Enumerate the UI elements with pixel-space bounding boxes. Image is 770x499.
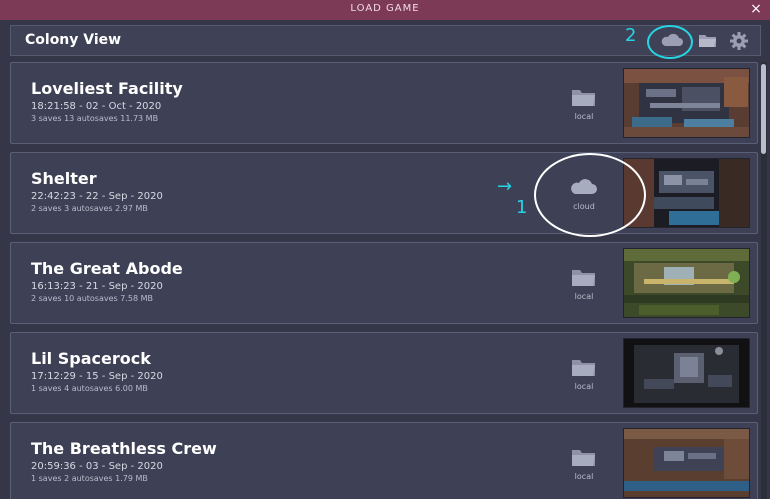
location-label: local bbox=[574, 382, 594, 391]
folder-icon bbox=[699, 35, 716, 47]
annotation-number-1: 1 bbox=[516, 197, 528, 218]
annotation-circle-cloud-location bbox=[534, 153, 646, 237]
colony-name: Shelter bbox=[31, 169, 97, 188]
colony-summary: 2 saves 10 autosaves 7.58 MB bbox=[31, 294, 153, 303]
colony-datetime: 16:13:23 - 21 - Sep - 2020 bbox=[31, 281, 163, 292]
annotation-number-2: 2 bbox=[625, 25, 637, 46]
folder-icon bbox=[572, 90, 595, 106]
annotation-circle-cloud-toggle bbox=[647, 25, 693, 59]
annotation-arrow: → bbox=[497, 176, 513, 197]
colony-list[interactable]: Loveliest Facility 18:21:58 - 02 - Oct -… bbox=[10, 62, 758, 499]
colony-datetime: 22:42:23 - 22 - Sep - 2020 bbox=[31, 191, 163, 202]
scrollbar-thumb[interactable] bbox=[761, 64, 766, 154]
colony-name: The Breathless Crew bbox=[31, 439, 217, 458]
location-label: local bbox=[574, 472, 594, 481]
folder-icon bbox=[572, 360, 595, 376]
colony-datetime: 17:12:29 - 15 - Sep - 2020 bbox=[31, 371, 163, 382]
window-title: LOAD GAME bbox=[350, 3, 420, 14]
settings-button[interactable] bbox=[729, 31, 751, 51]
colony-row-lil-spacerock[interactable]: Lil Spacerock 17:12:29 - 15 - Sep - 2020… bbox=[10, 332, 758, 414]
colony-thumbnail bbox=[623, 428, 750, 498]
colony-name: Lil Spacerock bbox=[31, 349, 151, 368]
colony-thumbnail bbox=[623, 338, 750, 408]
page-title: Colony View bbox=[25, 32, 122, 48]
open-folder-button[interactable] bbox=[697, 31, 719, 51]
gear-icon bbox=[730, 32, 748, 50]
colony-row-the-great-abode[interactable]: The Great Abode 16:13:23 - 21 - Sep - 20… bbox=[10, 242, 758, 324]
colony-thumbnail bbox=[623, 248, 750, 318]
colony-summary: 1 saves 2 autosaves 1.79 MB bbox=[31, 474, 148, 483]
location-local[interactable]: local bbox=[564, 267, 604, 307]
colony-row-the-breathless-crew[interactable]: The Breathless Crew 20:59:36 - 03 - Sep … bbox=[10, 422, 758, 499]
location-label: local bbox=[574, 112, 594, 121]
colony-thumbnail bbox=[623, 68, 750, 138]
colony-name: Loveliest Facility bbox=[31, 79, 183, 98]
folder-icon bbox=[572, 450, 595, 466]
colony-summary: 3 saves 13 autosaves 11.73 MB bbox=[31, 114, 159, 123]
location-label: local bbox=[574, 292, 594, 301]
window-titlebar: LOAD GAME × bbox=[0, 0, 770, 21]
colony-summary: 2 saves 3 autosaves 2.97 MB bbox=[31, 204, 148, 213]
colony-datetime: 20:59:36 - 03 - Sep - 2020 bbox=[31, 461, 163, 472]
close-button[interactable]: × bbox=[748, 1, 764, 17]
location-local[interactable]: local bbox=[564, 357, 604, 397]
folder-icon bbox=[572, 270, 595, 286]
colony-name: The Great Abode bbox=[31, 259, 183, 278]
colony-summary: 1 saves 4 autosaves 6.00 MB bbox=[31, 384, 148, 393]
location-local[interactable]: local bbox=[564, 447, 604, 487]
location-local[interactable]: local bbox=[564, 87, 604, 127]
colony-datetime: 18:21:58 - 02 - Oct - 2020 bbox=[31, 101, 162, 112]
colony-row-loveliest-facility[interactable]: Loveliest Facility 18:21:58 - 02 - Oct -… bbox=[10, 62, 758, 144]
